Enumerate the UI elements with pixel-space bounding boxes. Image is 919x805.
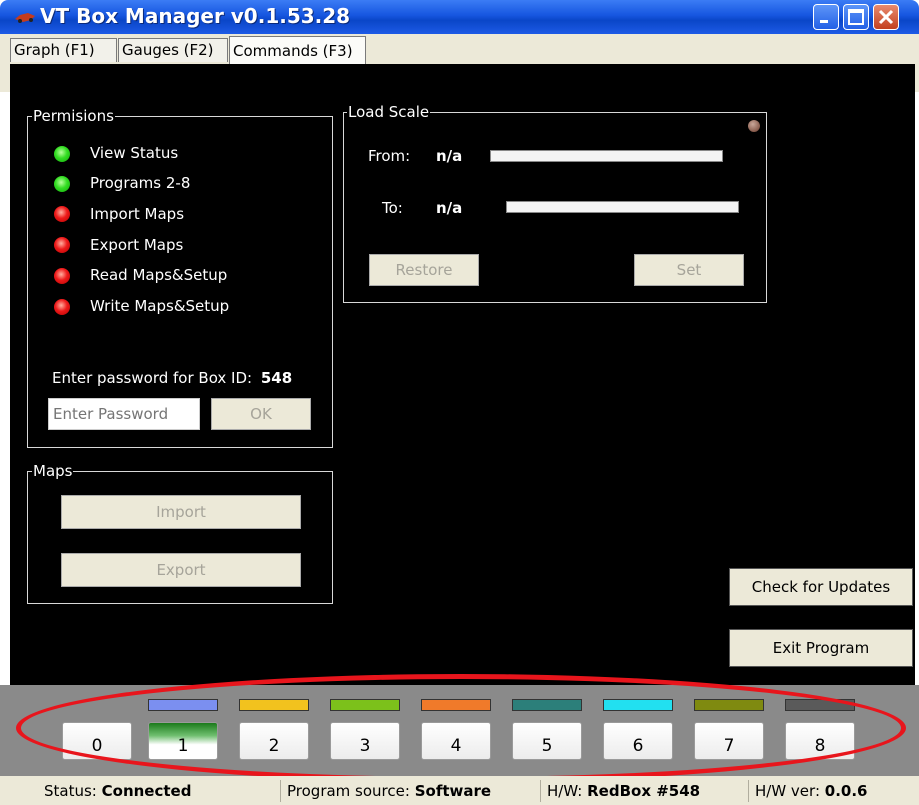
status-led-green (54, 146, 70, 162)
status-value: Connected (101, 782, 192, 800)
password-prompt: Enter password for Box ID: 548 (52, 369, 292, 387)
maximize-icon (848, 9, 864, 25)
tab-graph[interactable]: Graph (F1) (10, 38, 117, 62)
set-button[interactable]: Set (634, 254, 744, 286)
status-label: Status: (44, 782, 97, 800)
password-prompt-text: Enter password for Box ID: (52, 369, 253, 387)
status-hardware: H/W: RedBox #548 (540, 780, 744, 802)
app-logo-icon (15, 13, 35, 23)
minimize-button[interactable] (813, 4, 839, 30)
export-button[interactable]: Export (61, 553, 301, 587)
import-button[interactable]: Import (61, 495, 301, 529)
tab-commands[interactable]: Commands (F3) (229, 36, 366, 65)
hwver-value: 0.0.6 (824, 782, 868, 800)
status-led-red (54, 299, 70, 315)
permissions-title: Permisions (32, 107, 115, 125)
exit-program-button[interactable]: Exit Program (729, 629, 913, 667)
permission-export-maps: Export Maps (90, 236, 184, 254)
permission-read-maps: Read Maps&Setup (90, 266, 228, 284)
maximize-button[interactable] (843, 4, 869, 30)
permission-view-status: View Status (90, 144, 179, 162)
load-scale-title: Load Scale (347, 103, 431, 121)
to-slider[interactable] (506, 201, 739, 213)
ok-button[interactable]: OK (211, 398, 311, 430)
restore-button[interactable]: Restore (369, 254, 479, 286)
to-value: n/a (436, 199, 463, 217)
source-value: Software (414, 782, 492, 800)
status-hw-version: H/W ver: 0.0.6 (748, 780, 918, 802)
status-led-green (54, 176, 70, 192)
window-title: VT Box Manager v0.1.53.28 (40, 4, 351, 28)
status-connection: Status: Connected (38, 780, 274, 802)
highlight-annotation-ellipse (16, 674, 906, 782)
from-label: From: (368, 147, 411, 165)
source-label: Program source: (287, 782, 410, 800)
from-slider[interactable] (490, 150, 723, 162)
hw-label: H/W: (547, 782, 583, 800)
from-value: n/a (436, 147, 463, 165)
password-input[interactable] (48, 398, 200, 430)
minimize-icon (820, 20, 828, 23)
box-id: 548 (260, 369, 293, 387)
close-button[interactable] (873, 4, 899, 30)
permission-write-maps: Write Maps&Setup (90, 297, 230, 315)
status-program-source: Program source: Software (280, 780, 536, 802)
check-updates-button[interactable]: Check for Updates (729, 568, 913, 606)
close-icon (878, 9, 894, 25)
hwver-label: H/W ver: (755, 782, 820, 800)
indicator-led (748, 120, 760, 132)
status-led-red (54, 237, 70, 253)
tab-gauges[interactable]: Gauges (F2) (118, 38, 228, 62)
maps-title: Maps (32, 462, 74, 480)
permission-import-maps: Import Maps (90, 205, 185, 223)
permission-programs: Programs 2-8 (90, 174, 191, 192)
status-led-red (54, 206, 70, 222)
to-label: To: (382, 199, 403, 217)
hw-value: RedBox #548 (587, 782, 701, 800)
status-led-red (54, 268, 70, 284)
